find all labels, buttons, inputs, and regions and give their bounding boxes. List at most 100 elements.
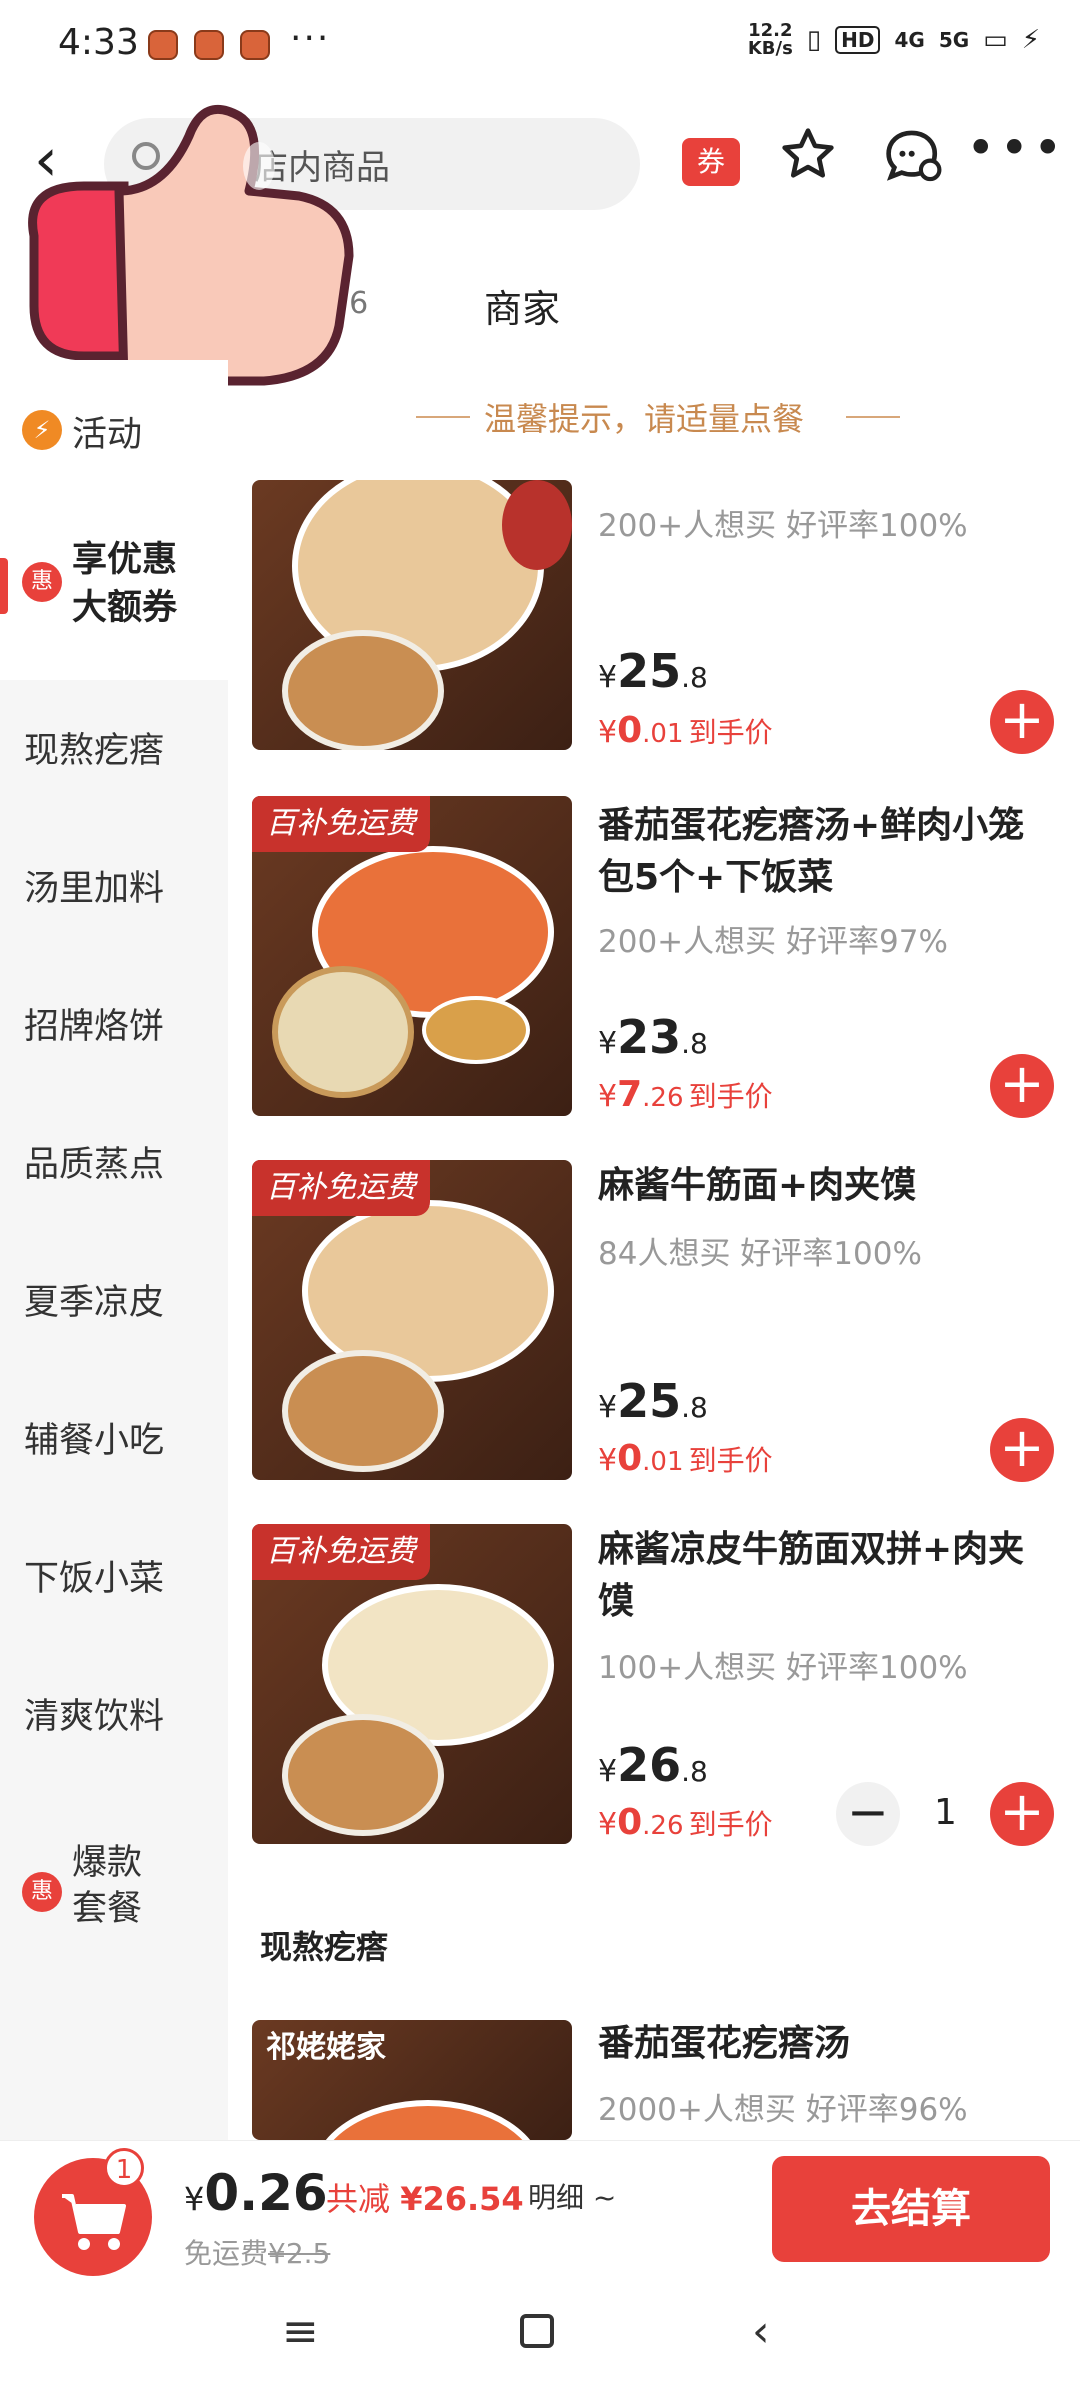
final-price: ¥7.26 到手价 (598, 1074, 773, 1115)
product-name[interactable]: 麻酱牛筋面+肉夹馍 (598, 1160, 1048, 1212)
final-int: 0 (617, 710, 643, 751)
product-price: ¥26.8 (598, 1738, 708, 1792)
product-name[interactable]: 番茄蛋花疙瘩汤+鲜肉小笼包5个+下饭菜 (598, 800, 1048, 904)
sidebar-item-liangpi[interactable]: 夏季凉皮 (0, 1274, 228, 1325)
sidebar-item-label: 夏季凉皮 (24, 1283, 165, 1323)
sidebar-item-label: 爆款 (72, 1843, 143, 1883)
hd-icon: HD (835, 26, 881, 54)
final-int: 0 (617, 1438, 643, 1479)
total-amount: 0.26 (204, 2164, 328, 2222)
category-sidebar: ⚡ 活动 惠 享优惠 大额券 现熬疙瘩 汤里加料 招牌烙饼 品质蒸点 夏季凉皮 … (0, 360, 228, 2140)
sidebar-item-label: 大额券 (72, 588, 178, 628)
final-int: 0 (617, 1802, 643, 1843)
product-image[interactable] (252, 480, 572, 750)
active-indicator (0, 558, 8, 614)
add-to-cart-button[interactable]: + (990, 690, 1054, 754)
more-notifications-icon: ··· (290, 18, 331, 59)
saved-amount: ¥26.54 (400, 2180, 524, 2218)
sidebar-item-label: 现熬疙瘩 (24, 731, 165, 771)
price-int: 26 (617, 1738, 682, 1792)
system-nav-bar: ≡ ‹ (0, 2280, 1080, 2400)
network-speed: 12.2 KB/s (747, 20, 793, 59)
status-bar: 4:33 ··· 12.2 KB/s ▯ HD 4G 5G ▭ ⚡ (0, 0, 1080, 90)
currency-symbol: ¥ (598, 1026, 618, 1061)
more-options-icon[interactable]: ••• (966, 123, 1066, 173)
sidebar-item-activity[interactable]: ⚡ 活动 (0, 360, 228, 490)
final-dec: .01 (642, 1447, 684, 1477)
final-dec: .26 (642, 1083, 684, 1113)
sidebar-item-steamed[interactable]: 品质蒸点 (0, 1136, 228, 1187)
checkout-button[interactable]: 去结算 (772, 2156, 1050, 2262)
sidebar-item-label: 套餐 (72, 1889, 143, 1929)
sidebar-item-coupons[interactable]: 惠 享优惠 大额券 (0, 490, 228, 680)
add-to-cart-button[interactable]: + (990, 1418, 1054, 1482)
product-image[interactable]: 百补免运费 (252, 796, 572, 1116)
home-icon[interactable] (520, 2314, 554, 2348)
sidebar-item-addons[interactable]: 汤里加料 (0, 860, 228, 911)
sidebar-item-soup[interactable]: 现熬疙瘩 (0, 722, 228, 773)
coupon-button[interactable]: 券 (682, 138, 740, 186)
final-int: 7 (617, 1074, 643, 1115)
status-time: 4:33 (58, 22, 139, 63)
product-meta: 100+人想买 好评率100% (598, 1650, 968, 1686)
quantity-value: 1 (934, 1792, 957, 1833)
price-detail-link[interactable]: 明细 ~ (528, 2176, 616, 2216)
price-dec: .8 (681, 1027, 708, 1060)
sidebar-item-label: 下饭小菜 (24, 1559, 165, 1599)
sidebar-item-label: 招牌烙饼 (24, 1007, 165, 1047)
promo-badge: 百补免运费 (252, 1524, 430, 1580)
currency-symbol: ¥ (598, 1079, 618, 1114)
free-ship-label: 免运费 (184, 2237, 269, 2270)
tab-merchant[interactable]: 商家 (484, 278, 560, 333)
price-dec: .8 (681, 1391, 708, 1424)
decrease-quantity-button[interactable]: − (836, 1782, 900, 1846)
customer-service-icon[interactable] (884, 128, 944, 188)
product-name[interactable]: 番茄蛋花疙瘩汤 (598, 2018, 1048, 2070)
cart-count-badge: 1 (104, 2148, 144, 2188)
currency-symbol: ¥ (598, 1754, 618, 1789)
promo-badge: 百补免运费 (252, 1160, 430, 1216)
add-to-cart-button[interactable]: + (990, 1054, 1054, 1118)
product-meta: 200+人想买 好评率97% (598, 924, 948, 960)
product-price: ¥23.8 (598, 1010, 708, 1064)
product-image[interactable]: 祁姥姥家 (252, 2020, 572, 2140)
currency-symbol: ¥ (184, 2180, 205, 2218)
currency-symbol: ¥ (598, 1390, 618, 1425)
sidebar-item-pancake[interactable]: 招牌烙饼 (0, 998, 228, 1049)
battery-icon: ▭ (983, 25, 1008, 55)
back-nav-icon[interactable]: ‹ (752, 2306, 770, 2357)
menu-icon[interactable]: ≡ (282, 2306, 319, 2357)
shipping-info: 免运费¥2.5 (184, 2232, 330, 2272)
brand-badge: 祁姥姥家 (266, 2030, 386, 2065)
favorite-star-icon[interactable] (780, 126, 836, 186)
tip-divider (416, 416, 470, 418)
product-name[interactable]: 麻酱凉皮牛筋面双拼+肉夹馍 (598, 1524, 1048, 1628)
sidebar-item-side-dishes[interactable]: 下饭小菜 (0, 1550, 228, 1601)
signal-4g-icon: 4G (894, 28, 925, 52)
status-indicators: 12.2 KB/s ▯ HD 4G 5G ▭ ⚡ (748, 22, 1040, 58)
vibrate-icon: ▯ (806, 25, 822, 55)
product-meta: 200+人想买 好评率100% (598, 508, 968, 544)
sidebar-item-combo[interactable]: 惠 爆款 套餐 (0, 1840, 228, 1970)
final-label: 到手价 (688, 1808, 773, 1841)
price-int: 25 (617, 1374, 682, 1428)
saved-label: 共减 (326, 2180, 391, 2218)
signal-5g-icon: 5G (938, 28, 970, 52)
sidebar-item-label: 汤里加料 (24, 869, 165, 909)
final-label: 到手价 (688, 1080, 773, 1113)
final-label: 到手价 (688, 1444, 773, 1477)
add-to-cart-button[interactable]: + (990, 1782, 1054, 1846)
sidebar-item-label: 清爽饮料 (24, 1697, 165, 1737)
product-image[interactable]: 百补免运费 (252, 1160, 572, 1480)
product-image[interactable]: 百补免运费 (252, 1524, 572, 1844)
app-notification-icon (148, 30, 178, 60)
sidebar-item-drinks[interactable]: 清爽饮料 (0, 1688, 228, 1739)
charging-icon: ⚡ (1021, 25, 1040, 55)
original-ship-fee: ¥2.5 (268, 2237, 331, 2270)
final-price: ¥0.01 到手价 (598, 1438, 773, 1479)
final-label: 到手价 (688, 716, 773, 749)
price-dec: .8 (681, 1755, 708, 1788)
discount-badge-icon: 惠 (22, 562, 62, 602)
sidebar-item-label: 品质蒸点 (24, 1145, 165, 1185)
sidebar-item-snacks[interactable]: 辅餐小吃 (0, 1412, 228, 1463)
